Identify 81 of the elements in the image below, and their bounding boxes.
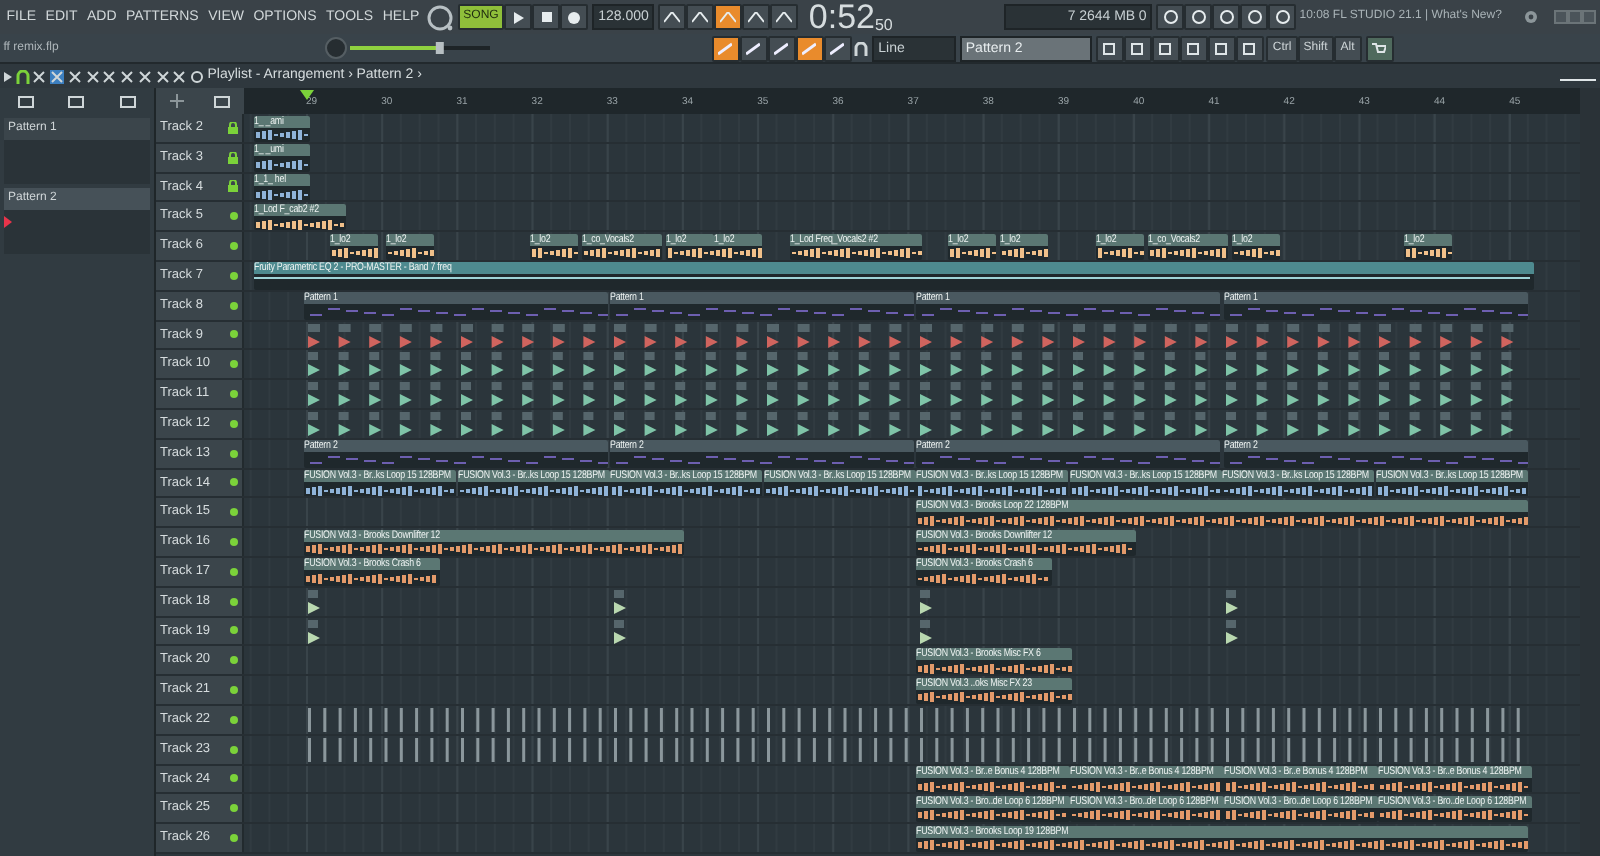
waveform-drawing: [254, 128, 310, 142]
master-pitch-knob-icon[interactable]: [425, 3, 454, 31]
toolbar-button[interactable]: [1240, 4, 1268, 30]
track-enable-led-icon[interactable]: [230, 626, 238, 635]
track-enable-led-icon[interactable]: [230, 271, 238, 280]
toolbar-button[interactable]: [742, 4, 771, 30]
track-enable-led-icon[interactable]: [230, 419, 238, 428]
waveform-drawing: [1404, 246, 1452, 260]
track-enable-led-icon[interactable]: [230, 597, 238, 606]
waveform-drawing: [530, 246, 578, 260]
track-enable-led-icon[interactable]: [230, 538, 238, 547]
toolbar-button[interactable]: [767, 35, 796, 61]
lock-icon[interactable]: [228, 180, 238, 193]
track-enable-led-icon[interactable]: [230, 834, 238, 843]
track-enable-led-icon[interactable]: [230, 745, 238, 754]
track-enable-led-icon[interactable]: [230, 804, 238, 813]
track-enable-led-icon[interactable]: [230, 242, 238, 251]
waveform-drawing: [254, 187, 310, 201]
waveform-drawing: [1096, 246, 1144, 260]
toolbar-button[interactable]: [795, 35, 824, 61]
track-enable-led-icon[interactable]: [230, 656, 238, 665]
waveform-drawing: [790, 246, 922, 260]
waveform-drawing: [1000, 246, 1048, 260]
cart-button[interactable]: [1365, 35, 1393, 61]
toolbar-button[interactable]: [711, 35, 740, 61]
toolbar-button[interactable]: [714, 4, 743, 30]
current-pattern-marker-icon: [4, 216, 12, 228]
track-enable-led-icon[interactable]: [230, 686, 238, 695]
track-enable-led-icon[interactable]: [230, 774, 238, 783]
waveform-drawing: [1232, 246, 1280, 260]
track-enable-led-icon[interactable]: [230, 508, 238, 517]
expand-arrow-icon[interactable]: [3, 71, 12, 81]
waveform-drawing: [582, 246, 662, 260]
toolbar-button[interactable]: [1268, 4, 1296, 30]
toolbar-button[interactable]: [1151, 35, 1180, 61]
track-enable-led-icon[interactable]: [230, 478, 238, 487]
lock-icon[interactable]: [228, 121, 238, 134]
play-icon: [512, 11, 525, 23]
waveform-drawing: [1148, 246, 1228, 260]
track-enable-led-icon[interactable]: [230, 301, 238, 310]
record-button[interactable]: [560, 4, 589, 30]
record-icon: [568, 11, 581, 23]
toolbar-button[interactable]: [739, 35, 768, 61]
toolbar-button[interactable]: [1156, 4, 1184, 30]
toolbar-button[interactable]: [1235, 35, 1264, 61]
track-enable-led-icon[interactable]: [230, 212, 238, 221]
magnet-icon[interactable]: [854, 41, 869, 55]
track-enable-led-icon[interactable]: [230, 390, 238, 399]
toolbar-button[interactable]: [1123, 35, 1152, 61]
toolbar-button[interactable]: [658, 4, 687, 30]
cart-icon: [1372, 42, 1386, 54]
toolbar-button[interactable]: [823, 35, 852, 61]
waveform-drawing: [304, 572, 440, 586]
toolbar-button[interactable]: [1095, 35, 1124, 61]
toolbar-button[interactable]: [1207, 35, 1236, 61]
waveform-drawing: [330, 246, 378, 260]
lock-icon[interactable]: [228, 151, 238, 164]
toolbar-button[interactable]: [1212, 4, 1240, 30]
time-display: 0:52: [808, 0, 875, 34]
toolbar-button[interactable]: [770, 4, 799, 30]
waveform-drawing: [254, 217, 346, 231]
waveform-drawing: [916, 572, 1052, 586]
track-enable-led-icon[interactable]: [230, 715, 238, 724]
toolbar-button[interactable]: [686, 4, 715, 30]
time-centiseconds: 50: [874, 16, 893, 34]
track-enable-led-icon[interactable]: [230, 330, 238, 339]
magnet-icon[interactable]: [15, 69, 29, 83]
stop-icon: [541, 12, 552, 22]
pan-icon[interactable]: [170, 94, 185, 108]
waveform-drawing: [254, 157, 310, 172]
settings-icon[interactable]: [1523, 10, 1537, 24]
track-enable-led-icon[interactable]: [230, 449, 238, 458]
waveform-drawing: [948, 246, 996, 260]
play-button[interactable]: [504, 4, 533, 30]
waveform-drawing: [386, 246, 434, 260]
track-enable-led-icon[interactable]: [230, 360, 238, 369]
stop-button[interactable]: [532, 4, 561, 30]
master-volume-slider[interactable]: [350, 42, 491, 54]
toolbar-button[interactable]: [1184, 4, 1212, 30]
track-enable-led-icon[interactable]: [230, 567, 238, 576]
toolbar-button[interactable]: [1179, 35, 1208, 61]
